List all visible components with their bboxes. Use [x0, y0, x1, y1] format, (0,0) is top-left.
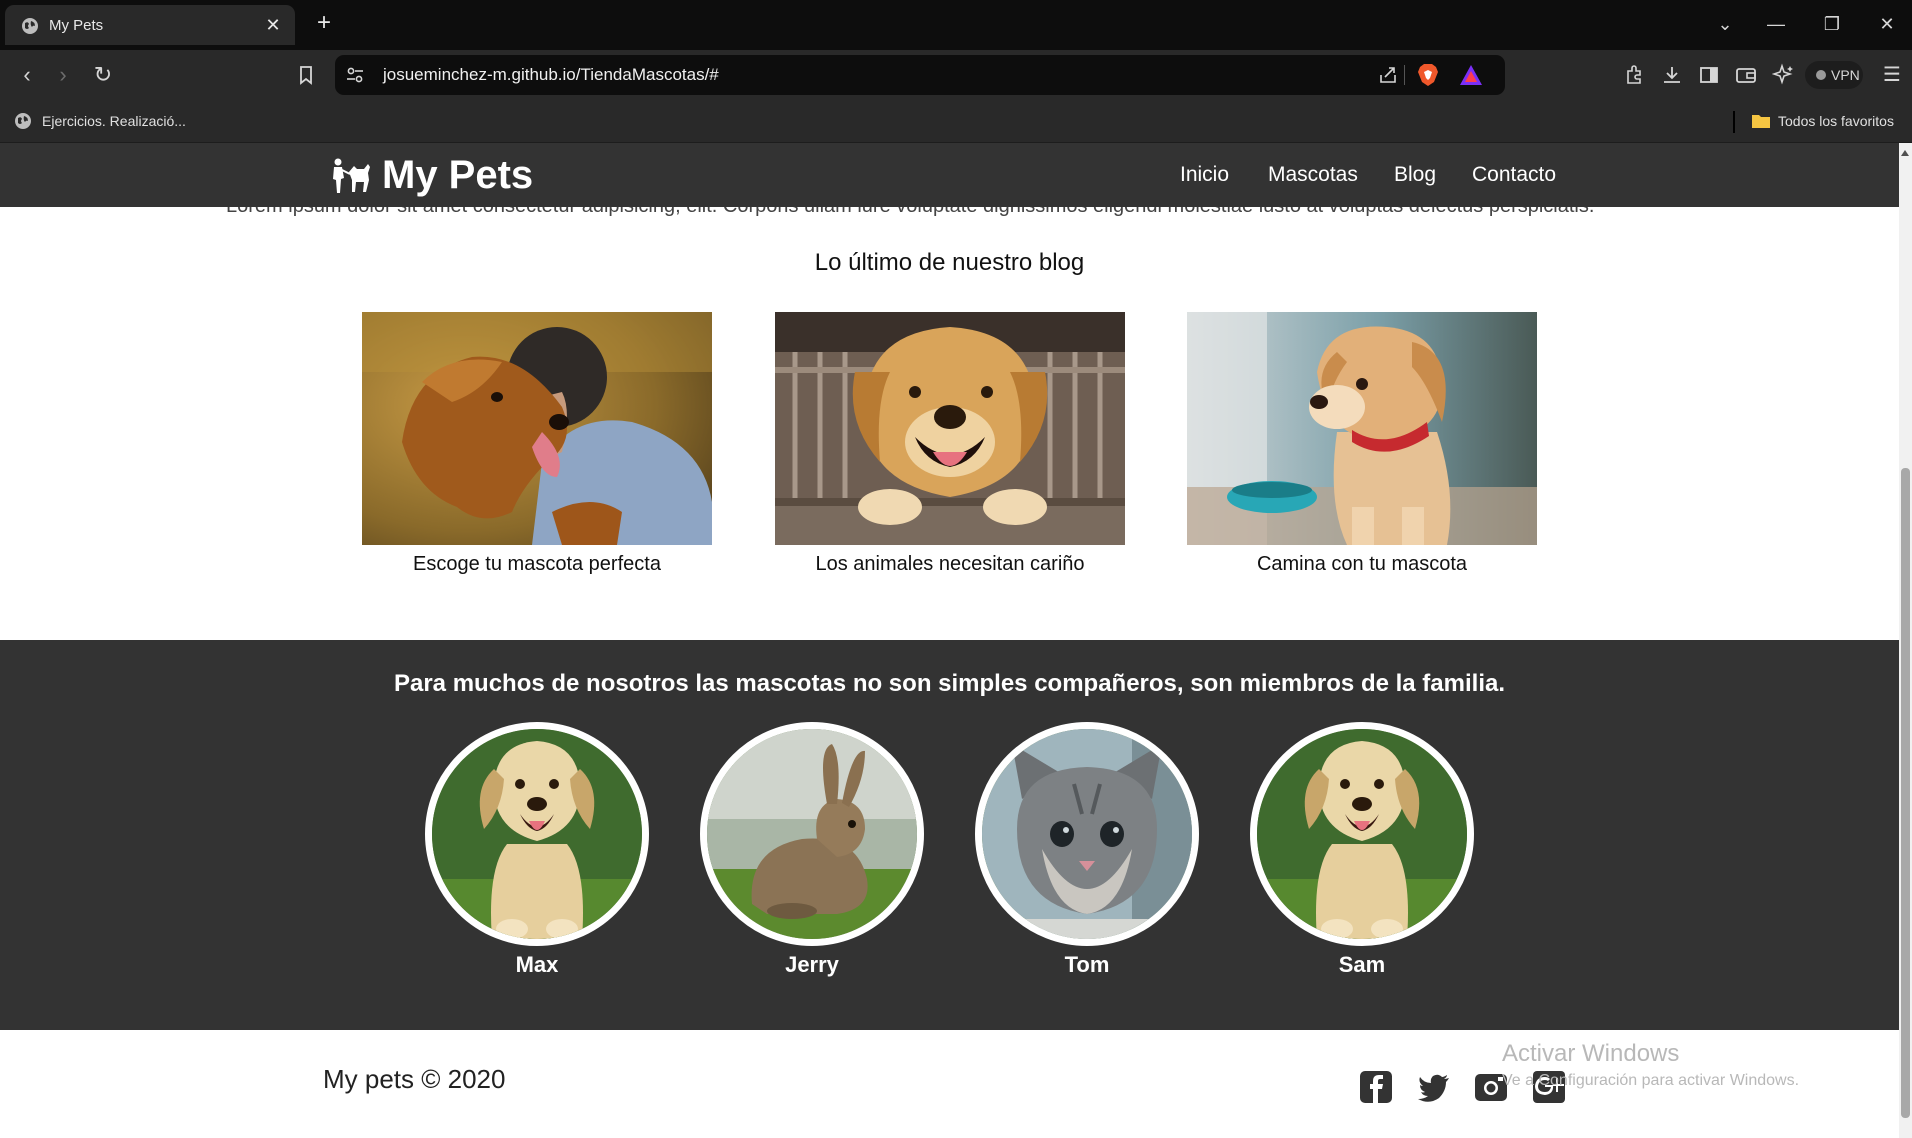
- share-icon[interactable]: [1376, 63, 1400, 87]
- window-close-icon[interactable]: ✕: [1873, 10, 1901, 38]
- nav-blog[interactable]: Blog: [1394, 163, 1436, 187]
- bookmark-icon[interactable]: [294, 63, 318, 87]
- back-icon[interactable]: ‹: [12, 60, 42, 90]
- folder-icon: [1752, 115, 1770, 128]
- pet-card[interactable]: Jerry: [700, 722, 924, 978]
- forward-icon[interactable]: ›: [48, 60, 78, 90]
- bookmark-label: Ejercicios. Realizació...: [42, 113, 186, 129]
- blog-post-title[interactable]: Escoge tu mascota perfecta: [362, 553, 712, 576]
- tab-search-chevron-icon[interactable]: ⌄: [1711, 10, 1739, 38]
- all-bookmarks-button[interactable]: Todos los favoritos: [1752, 110, 1894, 132]
- page-scrollbar[interactable]: [1899, 143, 1912, 1138]
- bookmarks-divider: [1733, 111, 1735, 133]
- restore-icon[interactable]: ❐: [1818, 10, 1846, 38]
- blog-image-dog-hug[interactable]: [362, 312, 712, 545]
- facebook-icon[interactable]: [1359, 1070, 1393, 1104]
- pet-name: Tom: [1064, 952, 1110, 977]
- kitten-photo: [982, 729, 1192, 939]
- brave-shields-icon[interactable]: [1417, 63, 1439, 87]
- brand-logo[interactable]: My Pets: [330, 151, 533, 199]
- sidebar-icon[interactable]: [1697, 63, 1721, 87]
- download-icon[interactable]: [1660, 63, 1684, 87]
- address-bar[interactable]: josueminchez-m.github.io/TiendaMascotas/…: [335, 55, 1505, 95]
- tab-title: My Pets: [49, 17, 104, 34]
- pet-name: Jerry: [785, 952, 839, 977]
- rabbit-photo: [707, 729, 917, 939]
- twitter-icon[interactable]: [1417, 1070, 1451, 1104]
- nav-mascotas[interactable]: Mascotas: [1268, 163, 1358, 187]
- pets-heading: Para muchos de nosotros las mascotas no …: [393, 670, 1506, 697]
- menu-icon[interactable]: ☰: [1877, 60, 1907, 90]
- pet-name: Max: [515, 952, 559, 977]
- minimize-icon[interactable]: —: [1762, 10, 1790, 38]
- blog-post-card[interactable]: Escoge tu mascota perfecta: [362, 312, 712, 576]
- blog-image-golden-retriever[interactable]: [775, 312, 1125, 545]
- blog-post-title[interactable]: Los animales necesitan cariño: [775, 553, 1125, 576]
- url-text[interactable]: josueminchez-m.github.io/TiendaMascotas/…: [383, 65, 719, 85]
- windows-activation-watermark: Activar Windows Ve a Configuración para …: [1502, 1040, 1799, 1090]
- site-settings-icon[interactable]: [345, 65, 365, 85]
- blog-post-card[interactable]: Camina con tu mascota: [1187, 312, 1537, 576]
- all-bookmarks-label: Todos los favoritos: [1778, 113, 1894, 129]
- scroll-up-icon[interactable]: [1901, 150, 1909, 156]
- site-header: My Pets Inicio Mascotas Blog Contacto: [0, 143, 1899, 207]
- watermark-subtitle: Ve a Configuración para activar Windows.: [1502, 1072, 1800, 1089]
- omnibox-separator: [1404, 65, 1405, 85]
- pet-card[interactable]: Tom: [975, 722, 1199, 978]
- blog-post-card[interactable]: Los animales necesitan cariño: [775, 312, 1125, 576]
- blog-heading: Lo último de nuestro blog: [814, 249, 1085, 276]
- brave-rewards-icon[interactable]: [1459, 64, 1483, 86]
- page-viewport: Lorem ipsum dolor sit amet consectetur a…: [0, 143, 1899, 1138]
- globe-icon: [15, 113, 31, 129]
- pet-avatar[interactable]: [425, 722, 649, 946]
- wallet-icon[interactable]: [1734, 63, 1758, 87]
- vpn-button[interactable]: VPN: [1805, 61, 1863, 89]
- copyright-text: My pets © 2020: [323, 1064, 506, 1094]
- golden-puppy-photo: [432, 729, 642, 939]
- pet-card[interactable]: Sam: [1250, 722, 1474, 978]
- browser-toolbar: ‹ › ↻ josueminchez-m.github.io/TiendaMas…: [0, 50, 1912, 100]
- extensions-icon[interactable]: [1622, 63, 1646, 87]
- golden-puppy-photo: [1257, 729, 1467, 939]
- blog-image-puppy[interactable]: [1187, 312, 1537, 545]
- scrollbar-thumb[interactable]: [1901, 468, 1910, 1118]
- nav-inicio[interactable]: Inicio: [1180, 163, 1229, 187]
- pet-avatar[interactable]: [975, 722, 1199, 946]
- pets-section: Para muchos de nosotros las mascotas no …: [0, 640, 1899, 1030]
- site-footer: My pets © 2020 Activar Windows Ve a Conf…: [0, 1030, 1899, 1138]
- brand-name: My Pets: [382, 153, 534, 197]
- bookmarks-bar: Ejercicios. Realizació... Todos los favo…: [0, 100, 1912, 143]
- browser-tab[interactable]: My Pets ✕: [5, 5, 295, 45]
- reload-icon[interactable]: ↻: [88, 60, 118, 90]
- watermark-title: Activar Windows: [1502, 1040, 1680, 1067]
- globe-icon: [22, 18, 38, 34]
- pet-avatar[interactable]: [1250, 722, 1474, 946]
- pet-card[interactable]: Max: [425, 722, 649, 978]
- person-with-dog-icon: [333, 158, 370, 193]
- browser-tabstrip: My Pets ✕ + ⌄ — ❐ ✕: [0, 0, 1912, 50]
- pet-name: Sam: [1338, 952, 1386, 977]
- blog-post-title[interactable]: Camina con tu mascota: [1187, 553, 1537, 576]
- pet-avatar[interactable]: [700, 722, 924, 946]
- bookmark-item[interactable]: Ejercicios. Realizació...: [14, 110, 186, 132]
- tab-close-icon[interactable]: ✕: [263, 15, 283, 35]
- leo-ai-icon[interactable]: [1772, 63, 1796, 87]
- nav-contacto[interactable]: Contacto: [1472, 163, 1556, 187]
- new-tab-button[interactable]: +: [312, 11, 336, 36]
